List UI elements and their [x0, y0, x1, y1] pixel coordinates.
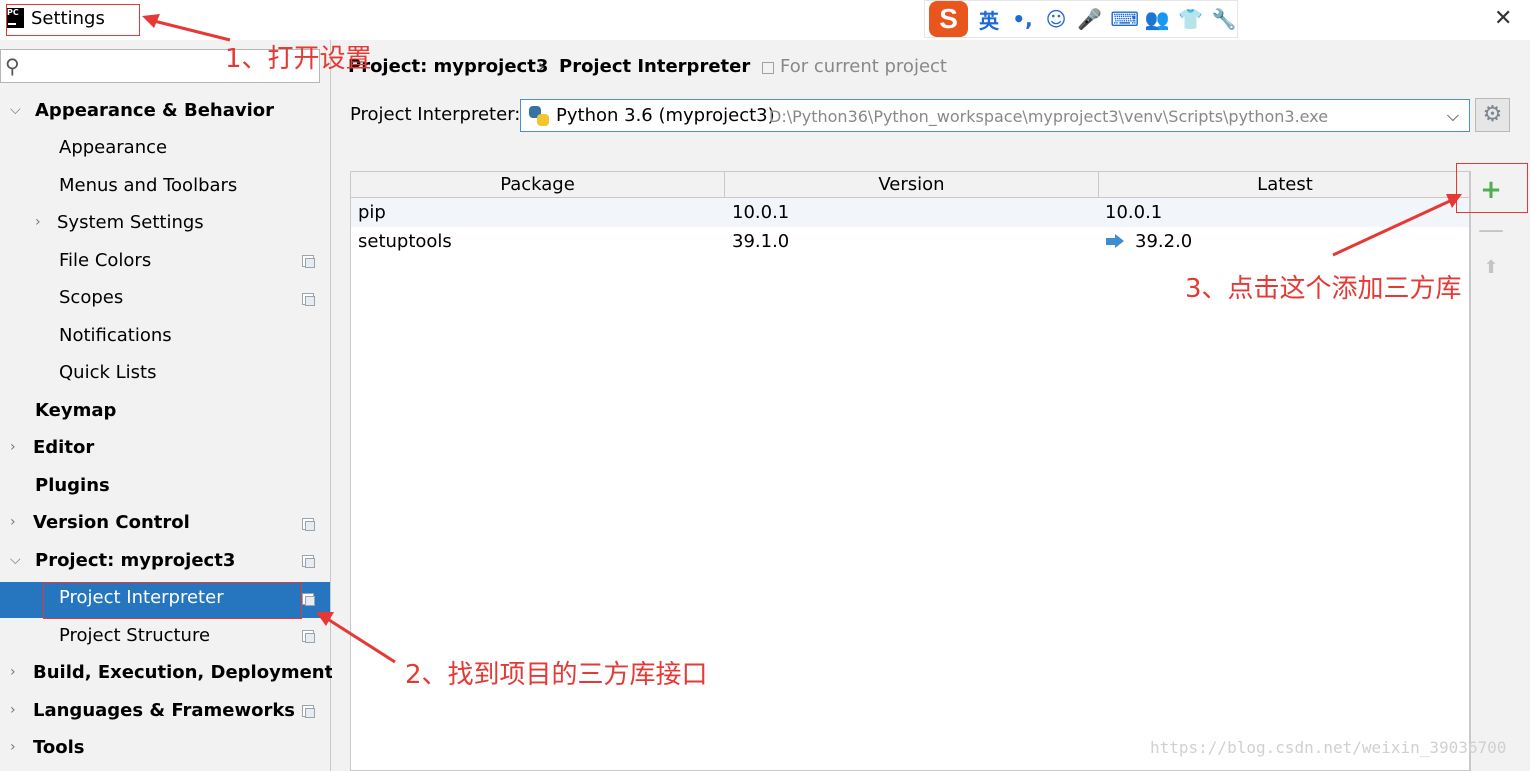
- interpreter-path: D:\Python36\Python_workspace\myproject3\…: [769, 107, 1329, 126]
- package-toolbar: + — ⬆: [1470, 171, 1510, 771]
- breadcrumb-separator: ›: [538, 56, 546, 77]
- emoji-icon[interactable]: ☺: [1043, 7, 1069, 31]
- package-name: pip: [358, 202, 386, 223]
- chevron-right-icon[interactable]: ›: [35, 214, 41, 230]
- interpreter-name: Python 3.6 (myproject3): [556, 105, 775, 126]
- package-version: 10.0.1: [732, 202, 790, 223]
- settings-sidebar: ⚲ ⌵ Appearance & Behavior Appearance Men…: [0, 40, 333, 771]
- ime-toolbar: S 英 •, ☺ 🎤 ⌨ 👥 👕 🔧: [924, 0, 1238, 38]
- sidebar-item-scopes[interactable]: Scopes: [59, 280, 123, 316]
- sidebar-item-project-structure[interactable]: Project Structure: [59, 618, 210, 654]
- gear-icon: ⚙: [1482, 102, 1503, 127]
- sidebar-item-notifications[interactable]: Notifications: [59, 318, 172, 354]
- chevron-down-icon[interactable]: ⌵: [10, 102, 21, 118]
- sidebar-item-version-control[interactable]: Version Control: [33, 505, 190, 541]
- table-row[interactable]: pip 10.0.1 10.0.1: [351, 198, 1469, 227]
- chevron-right-icon[interactable]: ›: [10, 664, 16, 680]
- chevron-right-icon[interactable]: ›: [10, 702, 16, 718]
- python-icon: [529, 106, 549, 126]
- column-header-latest[interactable]: Latest: [1099, 172, 1471, 198]
- chevron-right-icon[interactable]: ›: [10, 739, 16, 755]
- annotation-step-2: 2、找到项目的三方库接口: [405, 660, 708, 690]
- project-scope-icon: [302, 255, 315, 268]
- sogou-logo-icon[interactable]: S: [929, 1, 969, 37]
- package-latest: 10.0.1: [1105, 202, 1163, 223]
- interpreter-settings-button[interactable]: ⚙: [1475, 98, 1510, 132]
- package-version: 39.1.0: [732, 231, 790, 252]
- sidebar-item-plugins[interactable]: Plugins: [35, 468, 110, 504]
- project-scope-icon: [302, 293, 315, 306]
- close-icon[interactable]: ✕: [1494, 6, 1512, 31]
- project-scope-icon: [302, 518, 315, 531]
- table-header: Package Version Latest: [351, 172, 1469, 198]
- chevron-right-icon[interactable]: ›: [10, 439, 16, 455]
- chevron-down-icon: ⌵: [1446, 106, 1459, 125]
- upgrade-package-button[interactable]: ⬆: [1474, 251, 1508, 285]
- sidebar-item-appearance[interactable]: Appearance: [59, 130, 167, 166]
- sidebar-item-tools[interactable]: Tools: [33, 730, 85, 766]
- page-title: Project Interpreter: [559, 56, 751, 77]
- punctuation-icon[interactable]: •,: [1010, 7, 1036, 31]
- sidebar-item-appearance-behavior[interactable]: Appearance & Behavior: [35, 93, 274, 129]
- annotation-step-1: 1、打开设置: [225, 44, 372, 74]
- upgrade-arrow-icon: [1106, 234, 1124, 248]
- interpreter-label: Project Interpreter:: [350, 104, 521, 125]
- column-header-package[interactable]: Package: [351, 172, 725, 198]
- sidebar-item-build-execution[interactable]: Build, Execution, Deployment: [33, 655, 333, 691]
- microphone-icon[interactable]: 🎤: [1077, 7, 1103, 31]
- package-latest: 39.2.0: [1135, 231, 1193, 252]
- wrench-icon[interactable]: 🔧: [1211, 7, 1237, 31]
- project-scope-icon: [302, 555, 315, 568]
- skin-icon[interactable]: 👕: [1178, 7, 1204, 31]
- sidebar-item-keymap[interactable]: Keymap: [35, 393, 116, 429]
- search-icon: ⚲: [5, 54, 20, 78]
- project-scope-icon: [762, 62, 774, 74]
- highlight-box-settings: [6, 4, 140, 36]
- package-name: setuptools: [358, 231, 452, 252]
- sidebar-item-editor[interactable]: Editor: [33, 430, 94, 466]
- scope-note: For current project: [780, 56, 947, 77]
- interpreter-select[interactable]: Python 3.6 (myproject3) D:\Python36\Pyth…: [520, 99, 1470, 132]
- project-scope-icon: [302, 630, 315, 643]
- breadcrumb-parent[interactable]: Project: myproject3: [348, 56, 548, 77]
- title-bar: PC Settings S 英 •, ☺ 🎤 ⌨ 👥 👕 🔧 ✕: [0, 0, 1530, 40]
- column-header-version[interactable]: Version: [725, 172, 1099, 198]
- annotation-step-3: 3、点击这个添加三方库: [1185, 274, 1462, 304]
- chevron-right-icon[interactable]: ›: [10, 514, 16, 530]
- sidebar-item-system-settings[interactable]: System Settings: [57, 205, 204, 241]
- remove-package-button[interactable]: —: [1474, 213, 1508, 247]
- project-scope-icon: [302, 705, 315, 718]
- watermark: https://blog.csdn.net/weixin_39036700: [1150, 738, 1507, 757]
- project-scope-icon: [302, 593, 315, 606]
- keyboard-icon[interactable]: ⌨: [1110, 7, 1139, 31]
- sidebar-item-file-colors[interactable]: File Colors: [59, 243, 151, 279]
- sidebar-item-project[interactable]: Project: myproject3: [35, 543, 235, 579]
- table-row[interactable]: setuptools 39.1.0 39.2.0: [351, 227, 1469, 256]
- sidebar-item-quick-lists[interactable]: Quick Lists: [59, 355, 156, 391]
- ime-language-toggle[interactable]: 英: [976, 5, 1002, 34]
- chevron-down-icon[interactable]: ⌵: [10, 552, 21, 568]
- user-icon[interactable]: 👥: [1144, 7, 1170, 31]
- sidebar-item-languages[interactable]: Languages & Frameworks: [33, 693, 295, 729]
- highlight-box-interpreter: [43, 582, 302, 619]
- sidebar-item-menus-toolbars[interactable]: Menus and Toolbars: [59, 168, 237, 204]
- highlight-box-add: [1456, 163, 1528, 213]
